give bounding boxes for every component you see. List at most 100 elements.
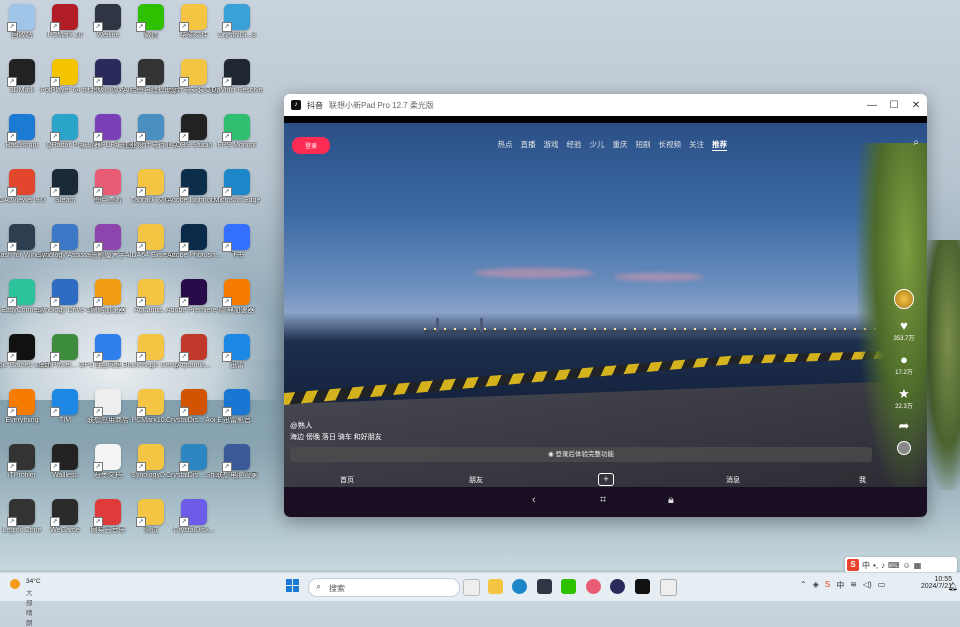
skin-icon[interactable]: ☺ (903, 561, 911, 570)
desktop-icon-label: 迅雷 (230, 362, 244, 369)
sogou-icon[interactable]: S (847, 559, 859, 571)
shortcut-arrow-icon: ↗ (222, 352, 232, 362)
app-icon[interactable] (610, 579, 625, 594)
desktop-icon[interactable]: ↗ DaVinci Resolve (209, 59, 265, 95)
ime-tray-icon[interactable]: 中 (836, 580, 844, 591)
tab-me[interactable]: 我 (859, 475, 866, 485)
share-icon: ➦ (898, 418, 910, 433)
nav-item[interactable]: 长视频 (659, 139, 682, 151)
sogou-tray-icon[interactable]: S (825, 580, 830, 591)
shortcut-arrow-icon: ↗ (179, 352, 189, 362)
comment-button[interactable]: ● 17.2万 (891, 352, 917, 377)
desktop-icon[interactable]: ↗ 迅雷影音 (209, 389, 265, 425)
file-explorer-icon[interactable] (488, 579, 503, 594)
favorite-count: 22.3万 (895, 404, 913, 410)
punctuation-icon[interactable]: •, (873, 561, 878, 570)
ime-toolbar[interactable]: S 中 •, ♪ ⌨ ☺ ▦ (845, 557, 957, 573)
video-player[interactable]: 登录 热点 直播 游戏 经验 少儿 重庆 短剧 长视频 关注 推荐 ⌕ ♥ 353.7万 ● 17… (284, 123, 927, 487)
desktop-icon-label: FPS Monitor (217, 142, 257, 149)
nav-item[interactable]: 推荐 (712, 139, 727, 151)
keyboard-icon[interactable]: ⌨ (888, 561, 900, 570)
video-author[interactable]: @熟人 (290, 420, 313, 431)
task-view-icon[interactable] (463, 579, 480, 596)
desktop-icon[interactable]: ↗ CrystalDisk... (166, 499, 222, 535)
nav-item[interactable]: 关注 (689, 139, 704, 151)
battery-icon[interactable]: ▭ (878, 580, 886, 591)
sunset-cloud (614, 273, 704, 281)
shortcut-arrow-icon: ↗ (93, 22, 103, 32)
chevron-up-icon[interactable]: ⌃ (800, 580, 807, 591)
minimize-button[interactable]: — (861, 100, 883, 111)
shortcut-arrow-icon: ↗ (93, 352, 103, 362)
app-icon: ↗ (179, 224, 207, 252)
login-button[interactable]: 登录 (292, 137, 331, 154)
close-button[interactable]: ✕ (905, 100, 927, 111)
desktop-icon[interactable]: ↗ CrystalDi...8 (209, 4, 265, 40)
app-icon: ↗ (179, 114, 207, 142)
tab-messages[interactable]: 消息 (726, 475, 740, 485)
grid-icon[interactable]: ▦ (914, 561, 922, 570)
tab-home[interactable]: 首页 (340, 475, 354, 485)
app-icon: ↗ (7, 444, 35, 472)
tiktok-icon[interactable] (635, 579, 650, 594)
desktop-icon[interactable]: ↗ 飞书 (209, 224, 265, 260)
weiline-icon[interactable] (537, 579, 552, 594)
nav-item[interactable]: 直播 (521, 139, 536, 151)
desktop-icon[interactable]: ↗ FPS Monitor (209, 114, 265, 150)
login-prompt-bar[interactable]: ◉ 登录后体验完整功能 (290, 447, 872, 462)
lock-icon[interactable]: 🔒︎ (668, 494, 674, 507)
chrome-icon[interactable] (586, 579, 601, 594)
back-icon[interactable]: ‹ (532, 494, 536, 506)
taskbar-search[interactable]: ⌕ 搜索 (308, 578, 460, 597)
nav-item[interactable]: 游戏 (544, 139, 559, 151)
desktop-icon[interactable]: ↗ 迅雷 (209, 334, 265, 370)
author-avatar[interactable] (891, 289, 917, 309)
app-icon: ↗ (7, 389, 35, 417)
wifi-icon[interactable]: ≋ (850, 580, 857, 591)
crop-icon[interactable]: ⌗ (600, 494, 606, 507)
window-titlebar[interactable]: ♪ 抖音 联想小新Pad Pro 12.7 柔光版 — ☐ ✕ (284, 94, 927, 116)
app-icon: ↗ (7, 224, 35, 252)
mic-icon[interactable]: ♪ (881, 561, 885, 570)
app-icon: ↗ (136, 114, 164, 142)
shortcut-arrow-icon: ↗ (50, 352, 60, 362)
desktop-icon-label: 联想电脑管家 (216, 472, 258, 479)
share-button[interactable]: ➦ (891, 419, 917, 433)
douyin-window[interactable]: ♪ 抖音 联想小新Pad Pro 12.7 柔光版 — ☐ ✕ 登录 热点 直播游… (284, 94, 927, 517)
windows-start-icon[interactable] (286, 579, 300, 593)
app-icon: ↗ (136, 279, 164, 307)
tab-friends[interactable]: 朋友 (469, 475, 483, 485)
app-icon: ↗ (50, 334, 78, 362)
nav-item[interactable]: 热点 (498, 139, 513, 151)
ime-mode[interactable]: 中 (862, 560, 870, 571)
app-icon: ↗ (179, 389, 207, 417)
app-icon: ↗ (222, 444, 250, 472)
add-icon[interactable]: + (598, 473, 614, 486)
shortcut-arrow-icon: ↗ (136, 517, 146, 527)
edge-icon[interactable] (512, 579, 527, 594)
app-icon: ↗ (179, 334, 207, 362)
nav-item[interactable]: 少儿 (590, 139, 605, 151)
maximize-button[interactable]: ☐ (883, 100, 905, 111)
desktop-icon[interactable]: ↗ Microsoft Edge (209, 169, 265, 205)
comment-icon: ● (900, 352, 908, 367)
app-icon: ↗ (222, 224, 250, 252)
app-icon: ↗ (93, 499, 121, 527)
nav-item[interactable]: 短剧 (636, 139, 651, 151)
favorite-button[interactable]: ★ 22.3万 (891, 387, 917, 411)
music-disc[interactable] (891, 441, 917, 455)
shortcut-arrow-icon: ↗ (7, 22, 17, 32)
nav-item[interactable]: 经验 (567, 139, 582, 151)
notification-bell-icon[interactable]: 🔔︎ (948, 582, 958, 591)
like-button[interactable]: ♥ 353.7万 (891, 319, 917, 343)
shortcut-arrow-icon: ↗ (222, 462, 232, 472)
snipping-tool-icon[interactable] (660, 579, 677, 596)
desktop-icon[interactable]: ↗ 联想电脑管家 (209, 444, 265, 480)
wechat-icon[interactable] (561, 579, 576, 594)
nav-item[interactable]: 重庆 (613, 139, 628, 151)
app-icon: ↗ (93, 114, 121, 142)
search-icon[interactable]: ⌕ (913, 137, 919, 148)
desktop-icon[interactable]: ↗ 雷神加速器 (209, 279, 265, 315)
network-app-icon[interactable]: ◈ (813, 580, 819, 591)
speaker-icon[interactable]: ◁) (863, 580, 872, 591)
